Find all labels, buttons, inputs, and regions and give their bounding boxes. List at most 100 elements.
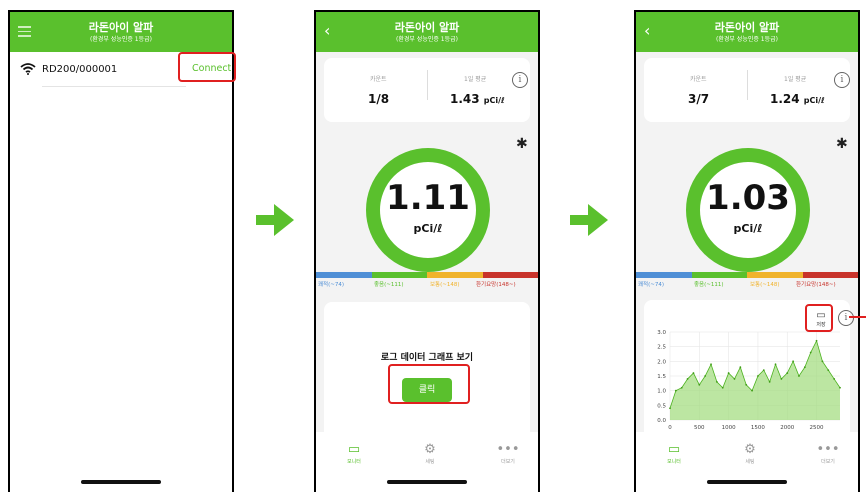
home-indicator <box>707 480 787 484</box>
callout-line <box>849 316 866 318</box>
data-point <box>704 375 707 377</box>
home-indicator <box>81 480 161 484</box>
tab-monitor[interactable]: ▭ 모니터 <box>654 442 694 465</box>
scale-label: 환기요망(148~) <box>796 282 836 288</box>
y-tick-label: 0.5 <box>657 403 666 409</box>
series-area <box>670 340 840 420</box>
info-icon[interactable]: i <box>838 310 854 326</box>
phone-screen-monitor: ‹ 라돈아이 알파 (환경부 성능인증 1등급) 카운트 1/8 1일 평균 1… <box>314 10 540 492</box>
more-icon: ••• <box>496 442 520 457</box>
home-indicator <box>387 480 467 484</box>
tab-label: 더보기 <box>501 459 515 465</box>
data-point <box>692 372 695 374</box>
data-point <box>798 375 800 377</box>
bluetooth-icon[interactable]: ✱ <box>516 136 528 152</box>
tab-settings[interactable]: ⚙ 세팅 <box>410 442 450 465</box>
count-label: 카운트 <box>370 76 387 83</box>
stats-divider <box>747 70 748 100</box>
avg-value: 1.43 pCi/ℓ <box>450 92 505 106</box>
count-value: 1/8 <box>368 92 390 106</box>
radon-gauge: 1.11 pCi/ℓ <box>366 148 490 272</box>
data-point <box>768 380 771 383</box>
app-subtitle: (환경부 성능인증 1등급) <box>90 36 152 43</box>
data-point <box>827 369 830 372</box>
tab-label: 세팅 <box>745 459 755 465</box>
y-tick-label: 0.0 <box>657 418 666 424</box>
data-point <box>686 378 689 380</box>
avg-value: 1.24 pCi/ℓ <box>770 92 825 106</box>
y-tick-label: 1.0 <box>657 389 666 395</box>
monitor-icon: ▭ <box>347 442 361 457</box>
app-subtitle: (환경부 성능인증 1등급) <box>396 36 458 43</box>
monitor-icon: ▭ <box>667 442 681 457</box>
app-header: 라돈아이 알파 (환경부 성능인증 1등급) <box>10 12 232 52</box>
data-point <box>839 386 841 389</box>
info-icon[interactable]: i <box>512 72 528 88</box>
app-title: 라돈아이 알파 <box>88 21 154 34</box>
data-point <box>727 372 730 374</box>
data-point <box>721 386 724 389</box>
device-row-divider <box>42 86 186 87</box>
data-point <box>762 369 765 372</box>
bluetooth-icon[interactable]: ✱ <box>836 136 848 152</box>
app-header: ‹ 라돈아이 알파 (환경부 성능인증 1등급) <box>316 12 538 52</box>
data-point <box>745 383 748 386</box>
x-tick-label: 0 <box>668 425 672 431</box>
y-tick-label: 1.5 <box>657 374 666 380</box>
level-scale-bar <box>636 272 858 278</box>
scale-label: 보통(~148) <box>430 282 460 288</box>
data-point <box>780 378 783 380</box>
stats-card: 카운트 3/7 1일 평균 1.24 pCi/ℓ i <box>644 58 850 122</box>
x-tick-label: 2500 <box>810 425 824 431</box>
tab-more[interactable]: ••• 더보기 <box>488 442 528 465</box>
x-tick-label: 500 <box>694 425 705 431</box>
tab-label: 더보기 <box>821 459 835 465</box>
avg-label: 1일 평균 <box>464 76 487 83</box>
arrow-right-icon <box>256 204 294 236</box>
scale-label: 보통(~148) <box>750 282 780 288</box>
scale-label: 환기요망(148~) <box>476 282 516 288</box>
scale-label: 좋음(~111) <box>694 282 724 288</box>
info-icon[interactable]: i <box>834 72 850 88</box>
connect-highlight <box>178 52 236 82</box>
data-point <box>715 380 718 383</box>
x-tick-label: 1500 <box>751 425 765 431</box>
data-point <box>680 386 683 389</box>
click-highlight <box>388 364 470 404</box>
radon-gauge: 1.03 pCi/ℓ <box>686 148 810 272</box>
scale-label: 좋음(~111) <box>374 282 404 288</box>
stats-card: 카운트 1/8 1일 평균 1.43 pCi/ℓ i <box>324 58 530 122</box>
app-header: ‹ 라돈아이 알파 (환경부 성능인증 1등급) <box>636 12 858 52</box>
data-point <box>733 378 736 380</box>
device-name: RD200/000001 <box>42 64 118 75</box>
tab-label: 모니터 <box>347 459 361 465</box>
app-title: 라돈아이 알파 <box>394 21 460 34</box>
data-point <box>809 351 812 354</box>
data-point <box>803 366 806 369</box>
gear-icon: ⚙ <box>744 442 756 457</box>
stats-divider <box>427 70 428 100</box>
tab-settings[interactable]: ⚙ 세팅 <box>730 442 770 465</box>
phone-screen-monitor-graph: ‹ 라돈아이 알파 (환경부 성능인증 1등급) 카운트 3/7 1일 평균 1… <box>634 10 860 492</box>
data-point <box>669 407 671 410</box>
data-point <box>774 363 777 366</box>
radon-reading: 1.11 <box>386 178 470 218</box>
y-tick-label: 2.0 <box>657 359 666 365</box>
x-tick-label: 2000 <box>780 425 794 431</box>
count-label: 카운트 <box>690 76 707 83</box>
data-point <box>674 389 677 392</box>
arrow-right-icon <box>570 204 608 236</box>
level-scale-bar <box>316 272 538 278</box>
save-highlight <box>805 304 833 332</box>
avg-label: 1일 평균 <box>784 76 807 83</box>
y-tick-label: 2.5 <box>657 345 666 351</box>
tab-more[interactable]: ••• 더보기 <box>808 442 848 465</box>
x-tick-label: 1000 <box>722 425 736 431</box>
wifi-icon <box>20 63 36 75</box>
app-subtitle: (환경부 성능인증 1등급) <box>716 36 778 43</box>
radon-unit: pCi/ℓ <box>733 222 763 235</box>
phone-screen-device-list: 라돈아이 알파 (환경부 성능인증 1등급) RD200/000001 Conn… <box>8 10 234 492</box>
radon-log-chart: 0.0 0.5 1.0 1.5 2.0 2.5 3.0 0 500 1000 1500 2000 250… <box>657 330 841 431</box>
scale-label: 쾌적(~74) <box>318 282 345 288</box>
tab-monitor[interactable]: ▭ 모니터 <box>334 442 374 465</box>
